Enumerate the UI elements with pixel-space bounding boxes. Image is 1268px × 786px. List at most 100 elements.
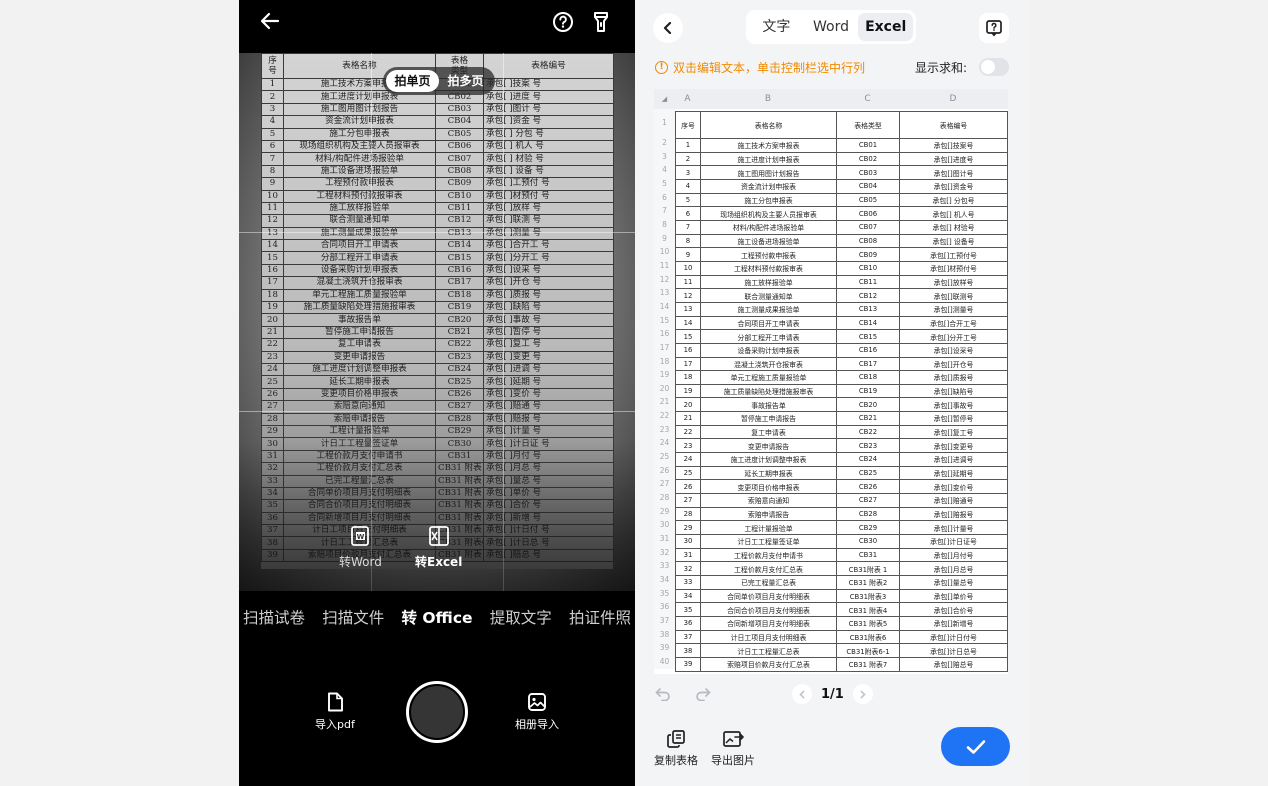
table-cell[interactable]: 17 xyxy=(675,356,701,372)
next-page-button[interactable] xyxy=(852,684,873,704)
table-cell[interactable]: 承包[]进调号 xyxy=(899,452,1008,467)
row-number[interactable]: 24 xyxy=(654,436,675,451)
row-number[interactable]: 27 xyxy=(654,477,675,492)
table-cell[interactable]: 承包[]赔报号 xyxy=(899,506,1008,522)
table-cell[interactable]: 承包[]赔总号 xyxy=(899,656,1008,672)
row-number[interactable]: 18 xyxy=(654,354,675,369)
table-row[interactable]: 36 合同新增项目月支付明细表 CB31 附表5 承包[]新增号 xyxy=(675,615,1008,631)
row-number[interactable]: 32 xyxy=(654,545,675,560)
table-row[interactable]: 20 事故报告单 CB20 承包[]事故号 xyxy=(675,397,1008,413)
table-cell[interactable]: 计日工工程量签证单 xyxy=(700,534,837,549)
table-cell[interactable]: 施工进度计划调整申报表 xyxy=(700,452,837,467)
table-cell[interactable]: 1 xyxy=(675,138,701,153)
table-cell[interactable]: 36 xyxy=(675,615,701,631)
row-number[interactable]: 36 xyxy=(654,600,675,614)
table-row[interactable]: 23 变更申请报告 CB23 承包[]变更号 xyxy=(675,438,1008,454)
table-cell[interactable]: 变更项目价格申报表 xyxy=(700,479,837,495)
table-cell[interactable]: 18 xyxy=(675,370,701,385)
row-number[interactable]: 12 xyxy=(654,272,675,287)
row-number[interactable]: 13 xyxy=(654,286,675,300)
table-cell[interactable]: 5 xyxy=(675,192,701,208)
table-header-cell[interactable]: 序号 xyxy=(675,111,701,139)
table-cell[interactable]: 39 xyxy=(675,656,701,672)
table-row[interactable]: 28 索赔申请报告 CB28 承包[]赔报号 xyxy=(675,506,1008,522)
table-cell[interactable]: CB29 xyxy=(836,520,900,536)
row-number[interactable]: 21 xyxy=(654,395,675,410)
table-row[interactable]: 1 施工技术方案申报表 CB01 承包[]技案号 xyxy=(675,138,1008,153)
help-circle-icon[interactable] xyxy=(551,10,575,34)
table-cell[interactable]: 工程价款月支付汇总表 xyxy=(700,561,837,576)
table-cell[interactable]: 承包[]技案号 xyxy=(899,138,1008,153)
table-cell[interactable]: 现场组织机构及主要人员报审表 xyxy=(700,206,837,221)
row-number[interactable]: 30 xyxy=(654,518,675,533)
table-cell[interactable]: CB15 xyxy=(836,329,900,344)
table-cell[interactable]: 承包[]复工号 xyxy=(899,424,1008,440)
spreadsheet-preview[interactable]: ◢ A B C D 1 2 3 4 5 6 7 8 9 10 11 12 13 14 15 16 17 18 19 2… xyxy=(654,89,1008,674)
table-cell[interactable]: CB31附表 1 xyxy=(836,561,900,576)
row-number[interactable]: 10 xyxy=(654,245,675,259)
row-number[interactable]: 16 xyxy=(654,327,675,341)
table-cell[interactable]: 承包[]联测号 xyxy=(899,288,1008,303)
row-number[interactable]: 26 xyxy=(654,463,675,478)
table-cell[interactable]: 22 xyxy=(675,424,701,440)
table-cell[interactable]: 37 xyxy=(675,629,701,645)
table-cell[interactable]: 事故报告单 xyxy=(700,397,837,413)
table-cell[interactable]: 4 xyxy=(675,178,701,194)
table-row[interactable]: 30 计日工工程量签证单 CB30 承包[]计日证号 xyxy=(675,534,1008,549)
table-cell[interactable]: 工程材料预付款报审表 xyxy=(700,260,837,276)
table-cell[interactable]: 施工技术方案申报表 xyxy=(700,138,837,153)
mode-tab-office[interactable]: 转 Office xyxy=(401,606,472,628)
table-row[interactable]: 31 工程价款月支付申请书 CB31 承包[]月付号 xyxy=(675,547,1008,563)
table-cell[interactable]: 16 xyxy=(675,342,701,358)
table-row[interactable]: 10 工程材料预付款报审表 CB10 承包[]材预付号 xyxy=(675,260,1008,276)
column-header-c[interactable]: C xyxy=(836,89,899,109)
table-cell[interactable]: 工程预付款申报表 xyxy=(700,247,837,262)
table-cell[interactable]: 索赔项目价款月支付汇总表 xyxy=(700,656,837,672)
row-number[interactable]: 4 xyxy=(654,163,675,177)
table-cell[interactable]: CB31附表6-1 xyxy=(836,643,900,658)
table-cell[interactable]: 施工放样报验单 xyxy=(700,274,837,290)
row-number[interactable]: 7 xyxy=(654,204,675,218)
table-row[interactable]: 18 单元工程施工质量报验单 CB18 承包[]质报号 xyxy=(675,370,1008,385)
row-number[interactable]: 8 xyxy=(654,217,675,232)
table-cell[interactable]: 29 xyxy=(675,520,701,536)
row-number[interactable]: 20 xyxy=(654,381,675,396)
table-row[interactable]: 24 施工进度计划调整申报表 CB24 承包[]进调号 xyxy=(675,452,1008,467)
table-cell[interactable]: 35 xyxy=(675,602,701,617)
row-number[interactable]: 34 xyxy=(654,573,675,587)
table-cell[interactable]: 承包[]材预付号 xyxy=(899,260,1008,276)
prev-page-button[interactable] xyxy=(792,684,812,704)
table-row[interactable]: 37 计日工项目月支付明细表 CB31附表6 承包[]计日付号 xyxy=(675,629,1008,645)
table-cell[interactable]: CB14 xyxy=(836,315,900,331)
table-cell[interactable]: 19 xyxy=(675,383,701,399)
row-number[interactable]: 17 xyxy=(654,340,675,355)
table-cell[interactable]: CB12 xyxy=(836,288,900,303)
row-number[interactable]: 28 xyxy=(654,491,675,505)
table-cell[interactable]: 承包[]赔通号 xyxy=(899,493,1008,508)
table-cell[interactable]: 承包[] 分包号 xyxy=(899,192,1008,208)
table-row[interactable]: 17 混凝土浇筑开仓报审表 CB17 承包[]开仓号 xyxy=(675,356,1008,372)
table-cell[interactable]: 索赔意向通知 xyxy=(700,493,837,508)
table-row[interactable]: 32 工程价款月支付汇总表 CB31附表 1 承包[]月总号 xyxy=(675,561,1008,576)
table-cell[interactable]: 承包[]缺陷号 xyxy=(899,383,1008,399)
table-cell[interactable]: 15 xyxy=(675,329,701,344)
undo-button[interactable] xyxy=(655,686,671,705)
table-cell[interactable]: 施工质量缺陷处理措施报审表 xyxy=(700,383,837,399)
table-cell[interactable]: 承包[]计日证号 xyxy=(899,534,1008,549)
export-image-button[interactable]: 导出图片 xyxy=(711,729,755,768)
table-cell[interactable]: 承包[]计日总号 xyxy=(899,643,1008,658)
table-cell[interactable]: 计日工工程量汇总表 xyxy=(700,643,837,658)
table-cell[interactable]: 13 xyxy=(675,301,701,317)
table-cell[interactable]: 承包[]变更号 xyxy=(899,438,1008,454)
table-cell[interactable]: CB31 附表7 xyxy=(836,656,900,672)
table-cell[interactable]: CB22 xyxy=(836,424,900,440)
table-cell[interactable]: CB24 xyxy=(836,452,900,467)
table-cell[interactable]: CB10 xyxy=(836,260,900,276)
import-pdf-button[interactable]: 导入pdf xyxy=(315,692,355,732)
table-row[interactable]: 13 施工测量成果报验单 CB13 承包[]测量号 xyxy=(675,301,1008,317)
column-header-d[interactable]: D xyxy=(899,89,1007,109)
table-cell[interactable]: 合同项目开工申请表 xyxy=(700,315,837,331)
flashlight-icon[interactable] xyxy=(589,10,613,34)
table-cell[interactable]: 联合测量通知单 xyxy=(700,288,837,303)
row-number[interactable]: 19 xyxy=(654,368,675,382)
